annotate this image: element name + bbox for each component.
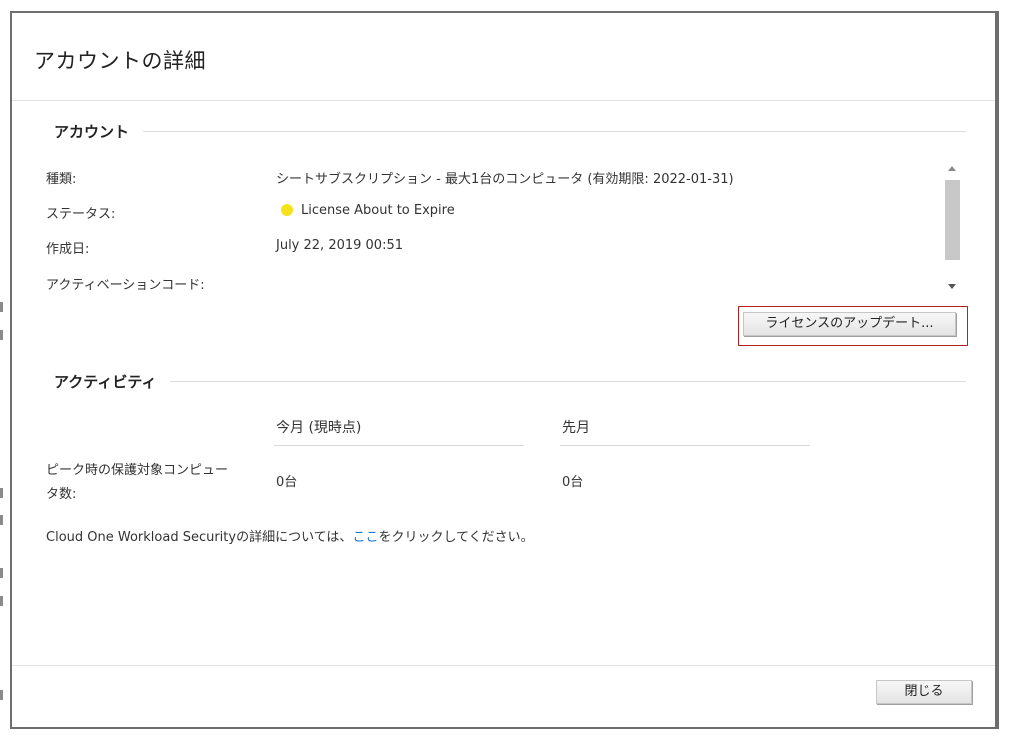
update-license-button[interactable]: ライセンスのアップデート... xyxy=(743,312,956,336)
type-label: 種類: xyxy=(46,172,77,187)
peak-computers-label-line2: タ数: xyxy=(46,487,77,502)
column-underline xyxy=(274,445,524,446)
activation-code-label: アクティベーションコード: xyxy=(46,278,205,293)
account-scrollbar[interactable] xyxy=(944,158,960,298)
info-text-suffix: をクリックしてください。 xyxy=(378,530,534,545)
section-divider xyxy=(54,131,966,132)
scroll-up-arrow-icon[interactable] xyxy=(948,166,956,171)
type-value: シートサブスクリプション - 最大1台のコンピュータ (有効期限: 2022-0… xyxy=(276,172,734,187)
status-value: License About to Expire xyxy=(301,203,455,218)
activity-section-header: アクティビティ xyxy=(54,371,966,392)
info-text-prefix: Cloud One Workload Securityの詳細については、 xyxy=(46,530,353,545)
status-dot-icon xyxy=(281,204,293,216)
background-mark xyxy=(0,690,3,700)
background-mark xyxy=(0,596,3,606)
last-month-count: 0台 xyxy=(562,475,584,490)
status-value-container: License About to Expire xyxy=(281,203,455,218)
section-divider xyxy=(54,381,966,382)
scroll-down-arrow-icon[interactable] xyxy=(948,284,956,289)
peak-computers-label-line1: ピーク時の保護対象コンピュー xyxy=(46,463,229,478)
status-label: ステータス: xyxy=(46,207,116,222)
info-link[interactable]: ここ xyxy=(352,530,378,545)
created-date-label: 作成日: xyxy=(46,242,90,257)
column-header-this-month: 今月 (現時点) xyxy=(276,420,362,436)
background-mark xyxy=(0,302,3,312)
created-date-value: July 22, 2019 00:51 xyxy=(276,238,403,253)
close-button[interactable]: 閉じる xyxy=(876,680,972,704)
account-section-label: アカウント xyxy=(54,121,144,142)
column-header-last-month: 先月 xyxy=(562,420,590,436)
background-mark xyxy=(0,488,3,498)
info-text: Cloud One Workload Securityの詳細については、ここをク… xyxy=(46,526,534,545)
scroll-thumb[interactable] xyxy=(945,180,960,260)
activity-section-label: アクティビティ xyxy=(54,371,171,392)
background-mark xyxy=(0,568,3,578)
account-details-dialog: アカウントの詳細 アカウント 種類: シートサブスクリプション - 最大1台のコ… xyxy=(10,11,999,729)
background-mark xyxy=(0,515,3,525)
this-month-count: 0台 xyxy=(276,475,298,490)
dialog-title: アカウントの詳細 xyxy=(34,49,206,73)
column-underline xyxy=(560,445,810,446)
background-window-edge xyxy=(0,0,10,739)
dialog-title-bar: アカウントの詳細 xyxy=(12,13,995,101)
dialog-footer: 閉じる xyxy=(12,665,995,727)
account-section-header: アカウント xyxy=(54,121,966,142)
background-mark xyxy=(0,330,3,340)
